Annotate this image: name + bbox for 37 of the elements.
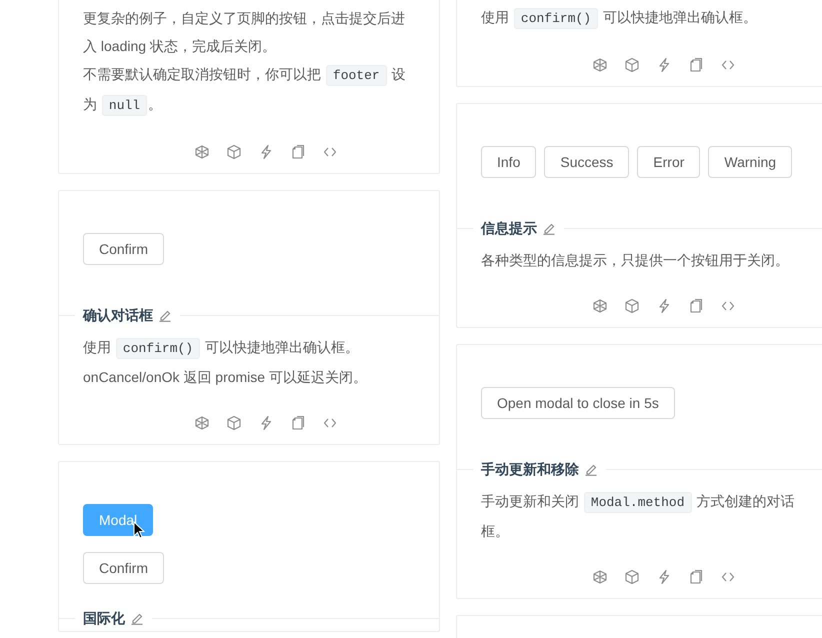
hexagon-icon[interactable]: [592, 57, 608, 73]
cube-icon[interactable]: [624, 569, 640, 585]
button[interactable]: Warning: [708, 146, 792, 178]
copy-icon[interactable]: [688, 57, 704, 73]
button[interactable]: Success: [544, 146, 630, 178]
description-text: onCancel/onOk 返回 promise 可以延迟关闭。: [83, 368, 368, 387]
hexagon-icon[interactable]: [194, 415, 210, 431]
edit-icon[interactable]: [584, 462, 598, 476]
copy-icon[interactable]: [290, 144, 306, 160]
edit-icon[interactable]: [542, 221, 556, 235]
description-text: 手动更新和关闭 Modal.method 方式创建的对话框。: [481, 491, 796, 541]
button[interactable]: Confirm: [83, 233, 164, 265]
demo-title: 确认对话框: [83, 306, 153, 325]
hexagon-icon[interactable]: [592, 569, 608, 585]
copy-icon[interactable]: [290, 415, 306, 431]
hexagon-icon[interactable]: [194, 144, 210, 160]
cube-icon[interactable]: [624, 57, 640, 73]
description-text: 不需要默认确定取消按钮时，你可以把 footer 设为 null 。: [83, 60, 415, 120]
cube-icon[interactable]: [624, 298, 640, 314]
button[interactable]: Open modal to close in 5s: [481, 387, 675, 419]
description-text: 更复杂的例子，自定义了页脚的按钮，点击提交后进入 loading 状态，完成后关闭。: [83, 9, 406, 56]
description-text: 使用 confirm() 可以快捷地弹出确认框。: [83, 333, 415, 363]
demo-title: 信息提示: [481, 219, 537, 238]
demo-title: 国际化: [83, 609, 125, 628]
description-text: 各种类型的信息提示，只提供一个按钮用于关闭。: [481, 251, 790, 270]
copy-icon[interactable]: [688, 569, 704, 585]
hexagon-icon[interactable]: [592, 298, 608, 314]
button[interactable]: Error: [637, 146, 700, 178]
demo-title: 手动更新和移除: [481, 460, 579, 479]
button[interactable]: Info: [481, 146, 536, 178]
cube-icon[interactable]: [226, 144, 242, 160]
edit-icon[interactable]: [130, 611, 144, 625]
button[interactable]: Confirm: [83, 552, 164, 584]
cube-icon[interactable]: [226, 415, 242, 431]
description-text: 使用 confirm() 可以快捷地弹出确认框。: [481, 3, 813, 33]
copy-icon[interactable]: [688, 298, 704, 314]
edit-icon[interactable]: [158, 308, 172, 322]
